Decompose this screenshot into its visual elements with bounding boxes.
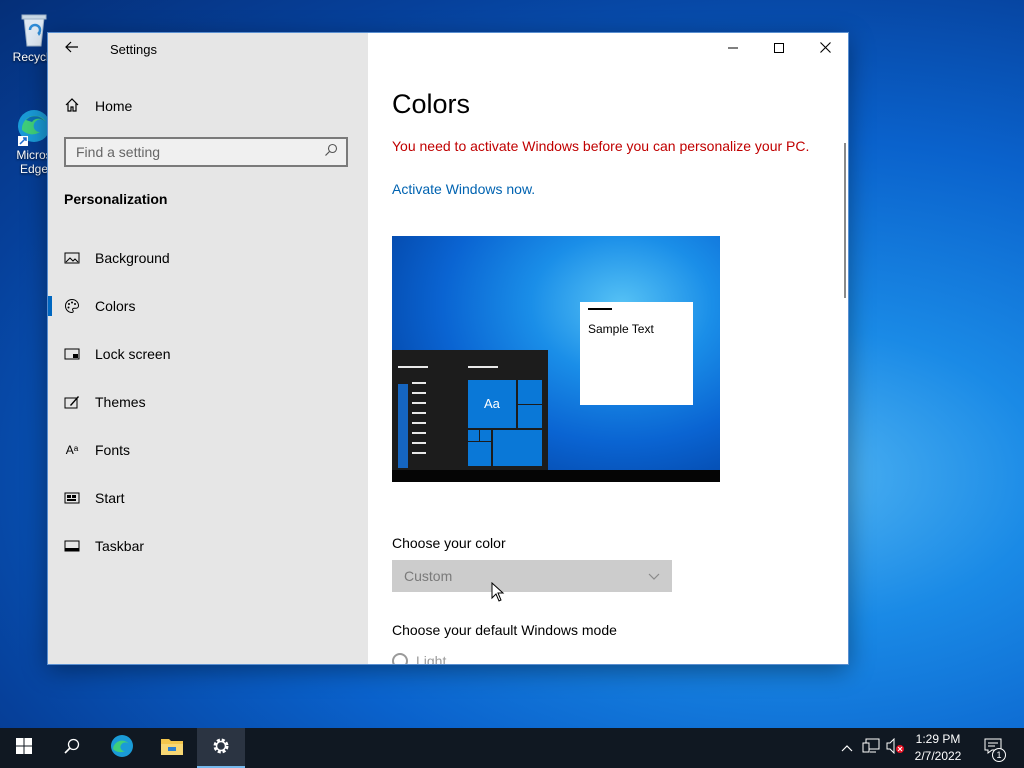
radio-label: Light — [416, 653, 447, 664]
taskbar: 1:29 PM 2/7/2022 — [0, 728, 1024, 768]
back-button[interactable] — [58, 37, 86, 61]
nav-item-background[interactable]: Background — [48, 234, 368, 282]
choose-color-dropdown[interactable]: Custom — [392, 560, 672, 592]
choose-color-label: Choose your color — [392, 535, 506, 551]
activate-windows-link[interactable]: Activate Windows now. — [392, 181, 535, 197]
nav-item-label: Colors — [95, 298, 136, 314]
nav-item-label: Lock screen — [95, 346, 171, 362]
mouse-cursor-icon — [491, 581, 505, 607]
nav-item-start[interactable]: Start — [48, 474, 368, 522]
page-title: Colors — [392, 89, 471, 119]
preview-start-menu: Aa — [392, 350, 548, 470]
preview-line — [468, 366, 498, 368]
taskbar-settings-button[interactable] — [197, 728, 245, 768]
color-preview: Sample Text Aa — [392, 236, 720, 482]
preview-tile-text: Aa — [484, 396, 500, 411]
nav-list: Background Colors Lock screen Themes Aᵃ … — [48, 234, 368, 570]
dropdown-selected-value: Custom — [404, 568, 453, 584]
notification-count-badge: 1 — [992, 748, 1006, 762]
preview-start-rail — [398, 384, 408, 468]
show-hidden-icons-button[interactable] — [838, 728, 856, 768]
folder-icon — [160, 736, 184, 761]
nav-item-lock-screen[interactable]: Lock screen — [48, 330, 368, 378]
taskbar-icon — [64, 538, 80, 554]
nav-item-label: Fonts — [95, 442, 131, 458]
preview-line — [412, 382, 426, 384]
windows-mode-label: Choose your default Windows mode — [392, 622, 617, 638]
preview-tile — [467, 429, 480, 442]
windows-logo-icon — [16, 737, 32, 759]
search-button[interactable] — [48, 728, 96, 768]
navigation-pane: Home Personalization Background Colors — [48, 33, 368, 664]
chevron-down-icon — [648, 568, 660, 584]
nav-item-taskbar[interactable]: Taskbar — [48, 522, 368, 570]
radio-button[interactable] — [392, 653, 408, 664]
lock-screen-icon — [64, 346, 80, 362]
network-button[interactable] — [860, 728, 882, 768]
preview-line — [412, 442, 426, 444]
nav-item-label: Background — [95, 250, 170, 266]
preview-sample-window: Sample Text — [580, 302, 693, 405]
chevron-up-icon — [841, 739, 853, 757]
activation-warning: You need to activate Windows before you … — [392, 138, 810, 154]
taskbar-file-explorer-button[interactable] — [148, 728, 196, 768]
home-icon — [64, 97, 80, 116]
preview-line — [412, 412, 426, 414]
preview-tile — [517, 404, 543, 429]
preview-line — [412, 392, 426, 394]
preview-line — [412, 452, 426, 454]
content-pane: Colors You need to activate Windows befo… — [368, 33, 848, 664]
back-arrow-icon — [65, 40, 79, 58]
clock-time: 1:29 PM — [915, 732, 961, 746]
settings-window: Home Personalization Background Colors — [48, 33, 848, 664]
search-input[interactable] — [76, 144, 324, 160]
preview-taskbar — [392, 470, 720, 482]
preview-tile — [479, 429, 492, 442]
volume-button[interactable] — [884, 728, 906, 768]
nav-item-label: Themes — [95, 394, 146, 410]
section-title: Personalization — [64, 191, 168, 207]
palette-icon — [64, 298, 80, 314]
start-button[interactable] — [0, 728, 48, 768]
preview-tile — [492, 429, 543, 467]
preview-line — [412, 422, 426, 424]
taskbar-clock[interactable]: 1:29 PM 2/7/2022 — [906, 731, 970, 765]
network-icon — [862, 738, 880, 759]
font-icon: Aᵃ — [65, 443, 79, 457]
volume-muted-icon — [885, 737, 905, 759]
nav-item-label: Start — [95, 490, 125, 506]
preview-sample-text: Sample Text — [588, 322, 654, 336]
picture-icon — [64, 250, 80, 266]
preview-tile — [467, 441, 492, 467]
gear-icon — [211, 736, 231, 761]
preview-line — [412, 402, 426, 404]
edge-icon — [109, 733, 135, 764]
clock-date: 2/7/2022 — [914, 749, 962, 763]
preview-tile — [517, 379, 543, 405]
start-icon — [64, 490, 80, 506]
preview-tiles: Aa — [467, 379, 543, 470]
nav-item-label: Taskbar — [95, 538, 145, 554]
window-title: Settings — [110, 42, 157, 57]
taskbar-edge-button[interactable] — [98, 728, 146, 768]
preview-title-bar — [588, 308, 612, 310]
mode-radio-light[interactable]: Light — [392, 653, 446, 664]
preview-line — [398, 366, 428, 368]
nav-item-colors[interactable]: Colors — [48, 282, 368, 330]
nav-home-label: Home — [95, 98, 133, 114]
search-icon[interactable] — [324, 143, 338, 162]
nav-item-fonts[interactable]: Aᵃ Fonts — [48, 426, 368, 474]
nav-item-themes[interactable]: Themes — [48, 378, 368, 426]
scrollbar[interactable] — [844, 143, 846, 298]
brush-icon — [64, 394, 80, 410]
nav-home[interactable]: Home — [64, 93, 132, 119]
search-box[interactable] — [64, 137, 348, 167]
preview-line — [412, 432, 426, 434]
search-icon — [64, 738, 80, 759]
